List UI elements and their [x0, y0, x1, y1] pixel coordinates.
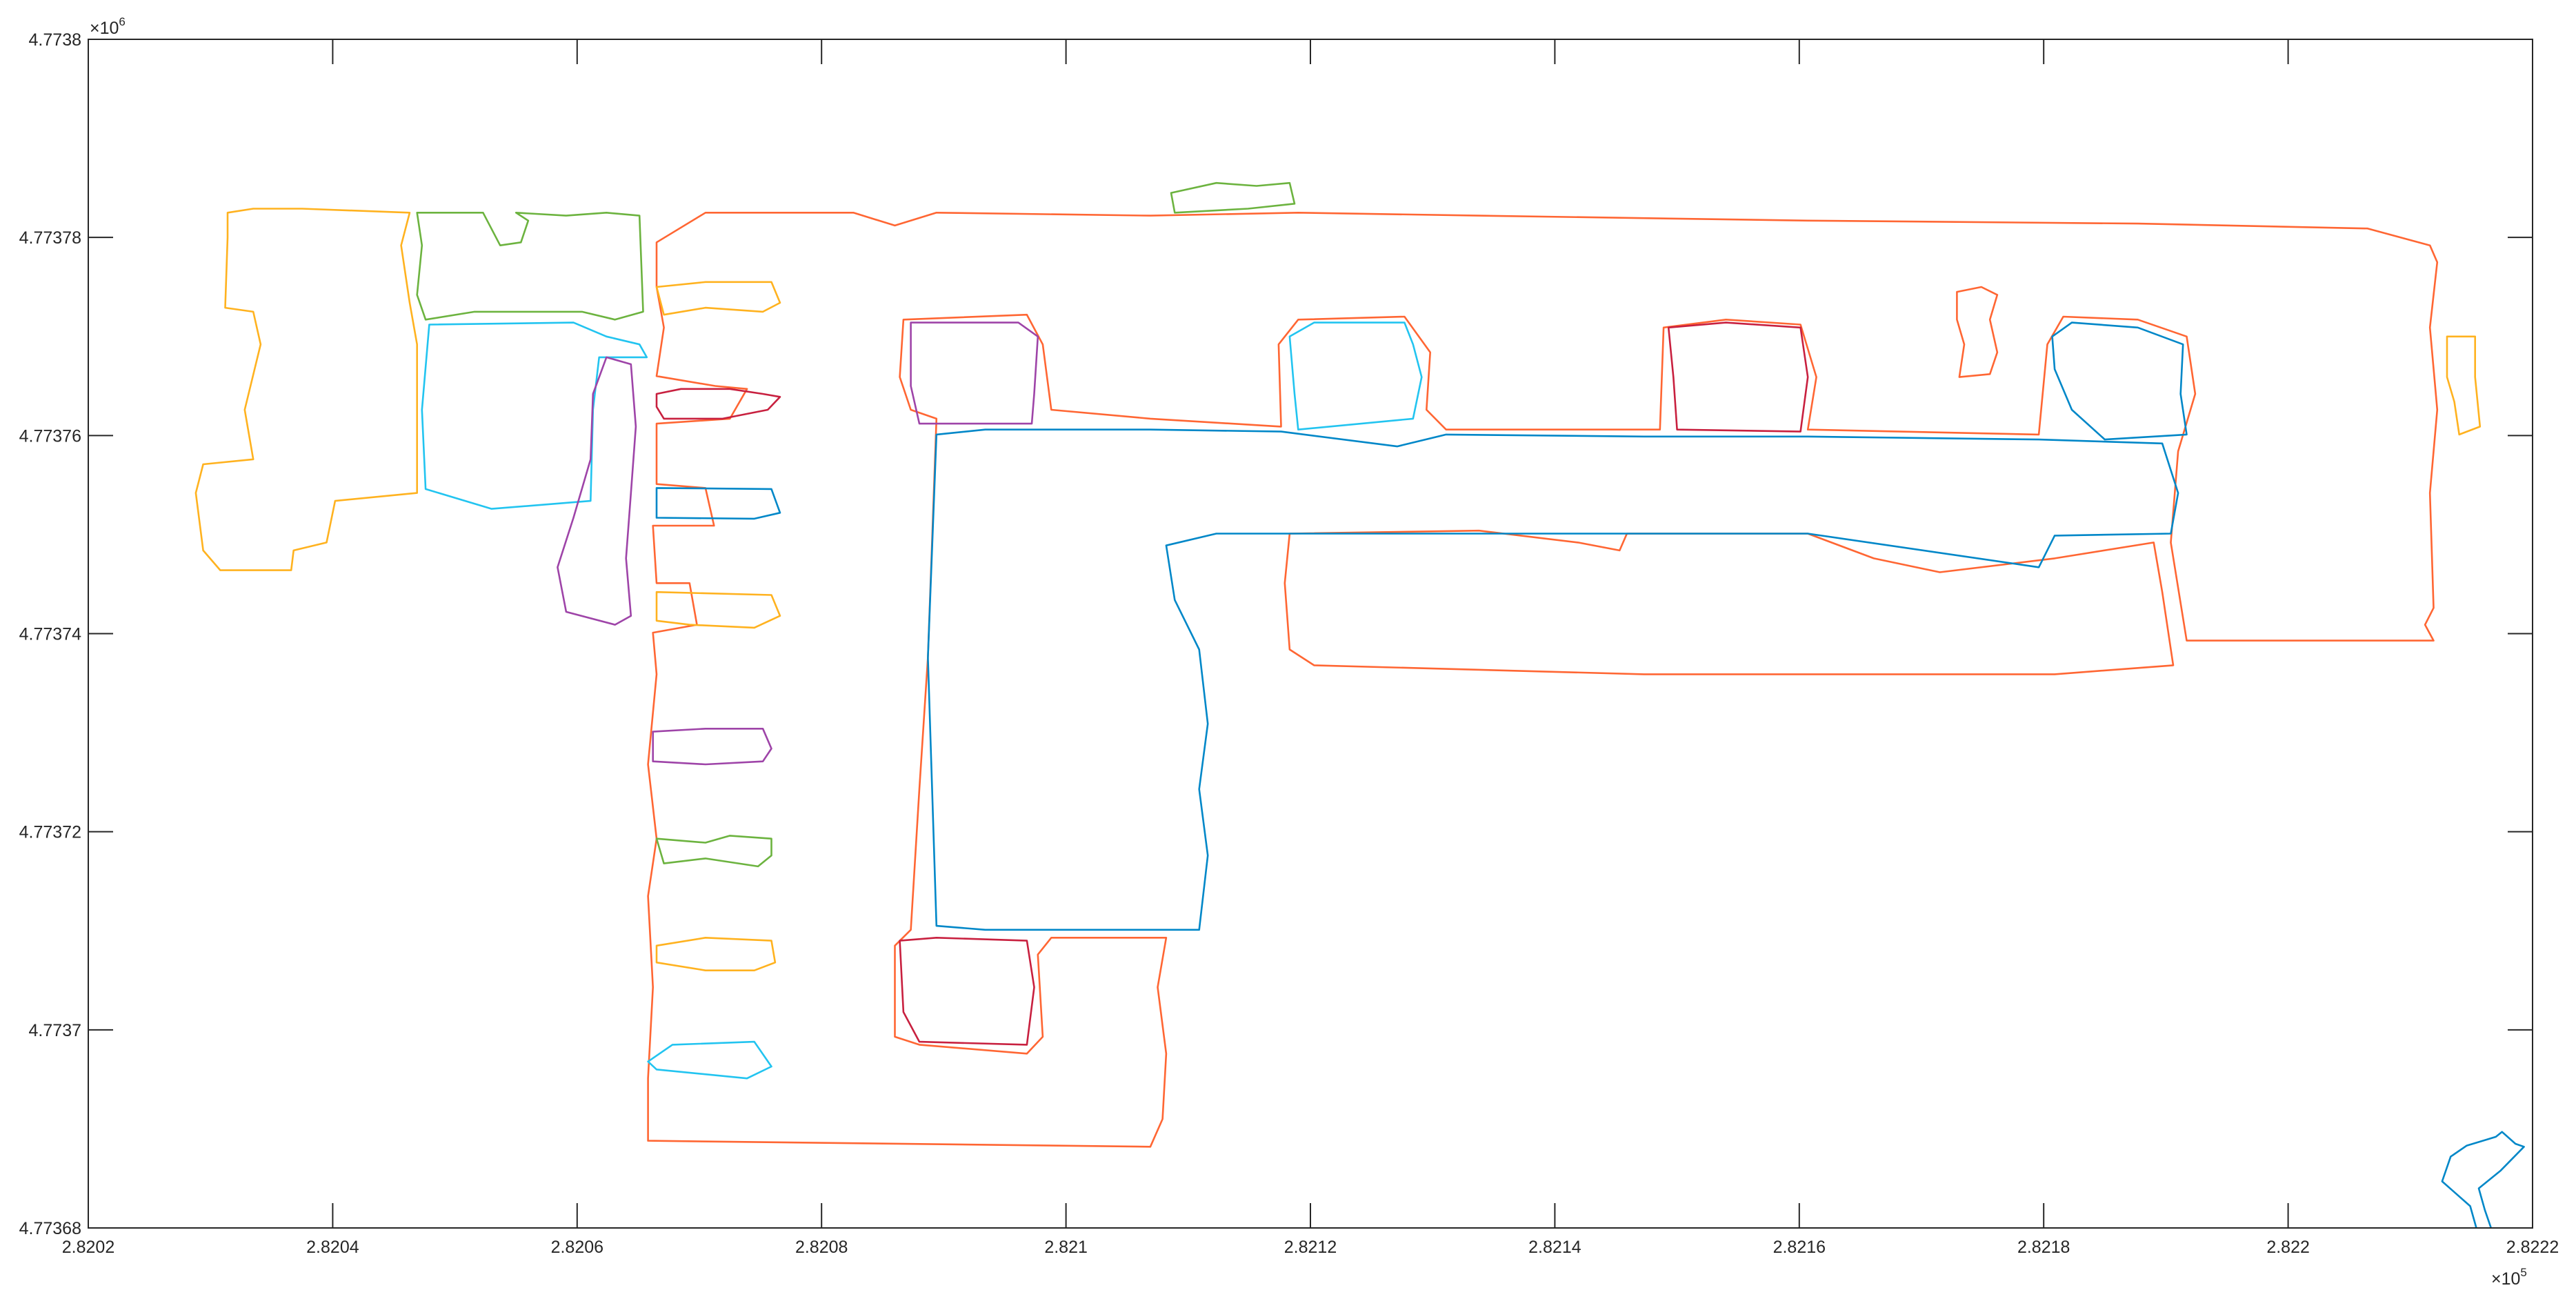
x-tick-label: 2.8206	[551, 1238, 603, 1257]
x-tick-label: 2.8222	[2506, 1238, 2559, 1257]
y-exponent-power: 6	[119, 15, 125, 28]
x-tick-label: 2.8214	[1528, 1238, 1581, 1257]
x-exponent-power: 5	[2520, 1266, 2526, 1279]
plot-background	[0, 0, 2576, 1299]
polygon-plot: 2.8202 2.8204 2.8206 2.8208 2.821 2.8212 2.821…	[0, 0, 2576, 1299]
x-tick-label: 2.822	[2266, 1238, 2310, 1257]
x-tick-label: 2.8202	[62, 1238, 114, 1257]
y-tick-label: 4.7738	[29, 30, 81, 50]
x-tick-label: 2.8204	[306, 1238, 359, 1257]
x-tick-label: 2.821	[1044, 1238, 1088, 1257]
y-exponent-base: ×10	[90, 19, 119, 38]
y-tick-label: 4.77376	[19, 426, 81, 446]
y-tick-label: 4.77372	[19, 823, 81, 842]
y-tick-label: 4.7737	[29, 1021, 81, 1040]
x-tick-label: 2.8216	[1773, 1238, 1826, 1257]
x-tick-label: 2.8212	[1284, 1238, 1337, 1257]
y-tick-label: 4.77368	[19, 1219, 81, 1238]
y-tick-label: 4.77378	[19, 228, 81, 248]
x-tick-label: 2.8218	[2017, 1238, 2070, 1257]
x-exponent-base: ×10	[2491, 1269, 2520, 1289]
x-tick-label: 2.8208	[795, 1238, 848, 1257]
y-tick-label: 4.77374	[19, 625, 81, 644]
